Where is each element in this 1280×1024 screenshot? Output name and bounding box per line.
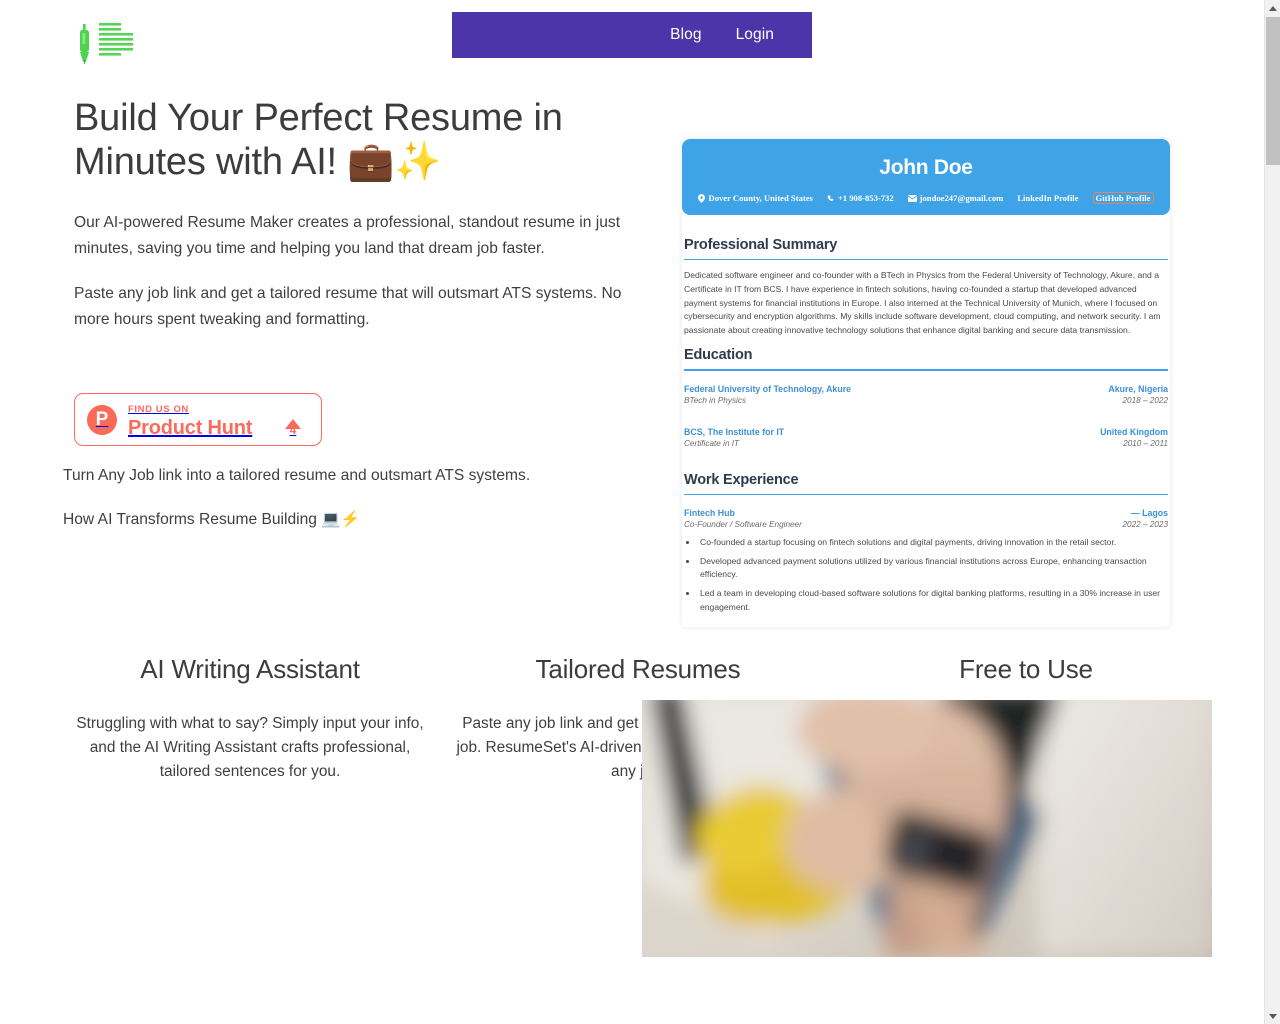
resume-contact-phone-label: +1 908-853-732 <box>837 193 894 203</box>
work-bullet: Co-founded a startup focusing on fintech… <box>698 536 1168 550</box>
resume-section-work-experience: Work Experience Fintech Hub — Lagos Co-F… <box>684 472 1168 614</box>
product-hunt-icon: P <box>87 404 117 435</box>
feature-card-ai-writing-assistant: AI Writing Assistant Struggling with wha… <box>63 648 437 784</box>
top-navigation-bar: Blog Login <box>452 12 812 58</box>
work-location: — Lagos <box>1130 508 1168 519</box>
resume-section-title: Work Experience <box>684 471 799 488</box>
resume-section-title: Education <box>684 347 753 364</box>
section-divider <box>684 259 1168 261</box>
education-institution: Federal University of Technology, Akure <box>684 383 852 394</box>
product-hunt-badge[interactable]: P FIND US ON Product Hunt 4 <box>74 393 322 446</box>
work-entry: Fintech Hub — Lagos Co-Founder / Softwar… <box>684 508 1168 614</box>
resume-contact-location: Dover County, United States <box>698 193 813 203</box>
education-entry: BCS, The Institute for IT United Kingdom… <box>684 427 1168 448</box>
product-hunt-vote-count: 4 <box>289 423 297 437</box>
envelope-icon <box>907 194 917 202</box>
feature-title: AI Writing Assistant <box>140 654 360 684</box>
phone-icon <box>827 194 834 201</box>
education-degree: BTech in Physics <box>684 395 747 405</box>
site-header: Blog Login <box>0 0 1245 70</box>
resume-contact-row: Dover County, United States +1 908-853-7… <box>694 192 1158 204</box>
scroll-up-arrow-icon[interactable] <box>1265 0 1280 16</box>
section-divider <box>684 369 1168 371</box>
hero-paragraph-1: Our AI-powered Resume Maker creates a pr… <box>74 214 621 257</box>
resume-section-education: Education Federal University of Technolo… <box>684 347 1168 448</box>
work-bullet: Developed advanced payment solutions uti… <box>698 555 1168 582</box>
product-hunt-name: Product Hunt <box>128 417 253 439</box>
resume-body: Professional Summary Dedicated software … <box>682 215 1170 627</box>
feature-title: Tailored Resumes <box>535 654 741 684</box>
resume-section-professional-summary: Professional Summary Dedicated software … <box>684 237 1168 337</box>
feature-title: Free to Use <box>959 654 1093 684</box>
resume-contact-phone: +1 908-853-732 <box>827 193 894 203</box>
hero-paragraph-2: Paste any job link and get a tailored re… <box>74 285 622 328</box>
vertical-scrollbar[interactable] <box>1264 0 1280 1024</box>
education-institution: BCS, The Institute for IT <box>684 426 785 437</box>
resume-contact-email-label: jondoe247@gmail.com <box>919 193 1004 203</box>
education-dates: 2010 – 2011 <box>1123 438 1168 448</box>
subheading-tagline: Turn Any Job link into a tailored resume… <box>63 467 531 484</box>
scrollbar-thumb[interactable] <box>1266 17 1280 165</box>
resume-contact-email: jondoe247@gmail.com <box>907 193 1004 203</box>
resume-candidate-name: John Doe <box>879 156 973 179</box>
resume-summary-text: Dedicated software engineer and co-found… <box>684 270 1161 335</box>
education-entry: Federal University of Technology, Akure … <box>684 384 1168 405</box>
location-pin-icon <box>698 193 706 203</box>
resume-github-profile-link[interactable]: GitHub Profile <box>1092 192 1154 204</box>
scroll-down-arrow-icon[interactable] <box>1265 1008 1280 1024</box>
resume-linkedin-profile-link[interactable]: LinkedIn Profile <box>1017 193 1078 203</box>
nav-link-blog[interactable]: Blog <box>670 26 701 44</box>
product-hunt-tagline: FIND US ON <box>128 404 189 415</box>
product-hunt-vote[interactable]: 4 <box>271 402 315 437</box>
subheading-how-ai-transforms: How AI Transforms Resume Building 💻⚡ <box>63 511 361 528</box>
work-bullet-list: Co-founded a startup focusing on fintech… <box>698 536 1168 614</box>
section-divider <box>684 493 1168 496</box>
blurred-photo-hand-watch-yellow-shoe <box>642 700 1212 957</box>
education-degree: Certificate in IT <box>684 438 740 448</box>
nav-link-login[interactable]: Login <box>736 26 774 44</box>
hero-section: Build Your Perfect Resume in Minutes wit… <box>74 96 644 333</box>
education-dates: 2018 – 2022 <box>1122 395 1168 405</box>
resumeset-logo-icon[interactable] <box>74 16 144 64</box>
feature-body: Struggling with what to say? Simply inpu… <box>76 715 424 780</box>
work-bullet: Led a team in developing cloud-based sof… <box>698 587 1168 614</box>
education-location: Akure, Nigeria <box>1108 383 1168 394</box>
work-dates: 2022 – 2023 <box>1122 520 1168 530</box>
page-title: Build Your Perfect Resume in Minutes wit… <box>74 97 563 183</box>
product-hunt-text: FIND US ON Product Hunt <box>128 399 271 440</box>
work-company: Fintech Hub <box>684 508 735 519</box>
resume-header: John Doe Dover County, United States +1 … <box>682 139 1170 215</box>
resume-contact-location-label: Dover County, United States <box>708 193 813 203</box>
work-role: Co-Founder / Software Engineer <box>684 520 802 530</box>
browser-viewport: Blog Login Build Your Perfect Resume in … <box>0 0 1280 1024</box>
resume-preview-card[interactable]: John Doe Dover County, United States +1 … <box>682 139 1170 628</box>
education-location: United Kingdom <box>1100 426 1168 437</box>
resume-section-title: Professional Summary <box>684 237 838 253</box>
